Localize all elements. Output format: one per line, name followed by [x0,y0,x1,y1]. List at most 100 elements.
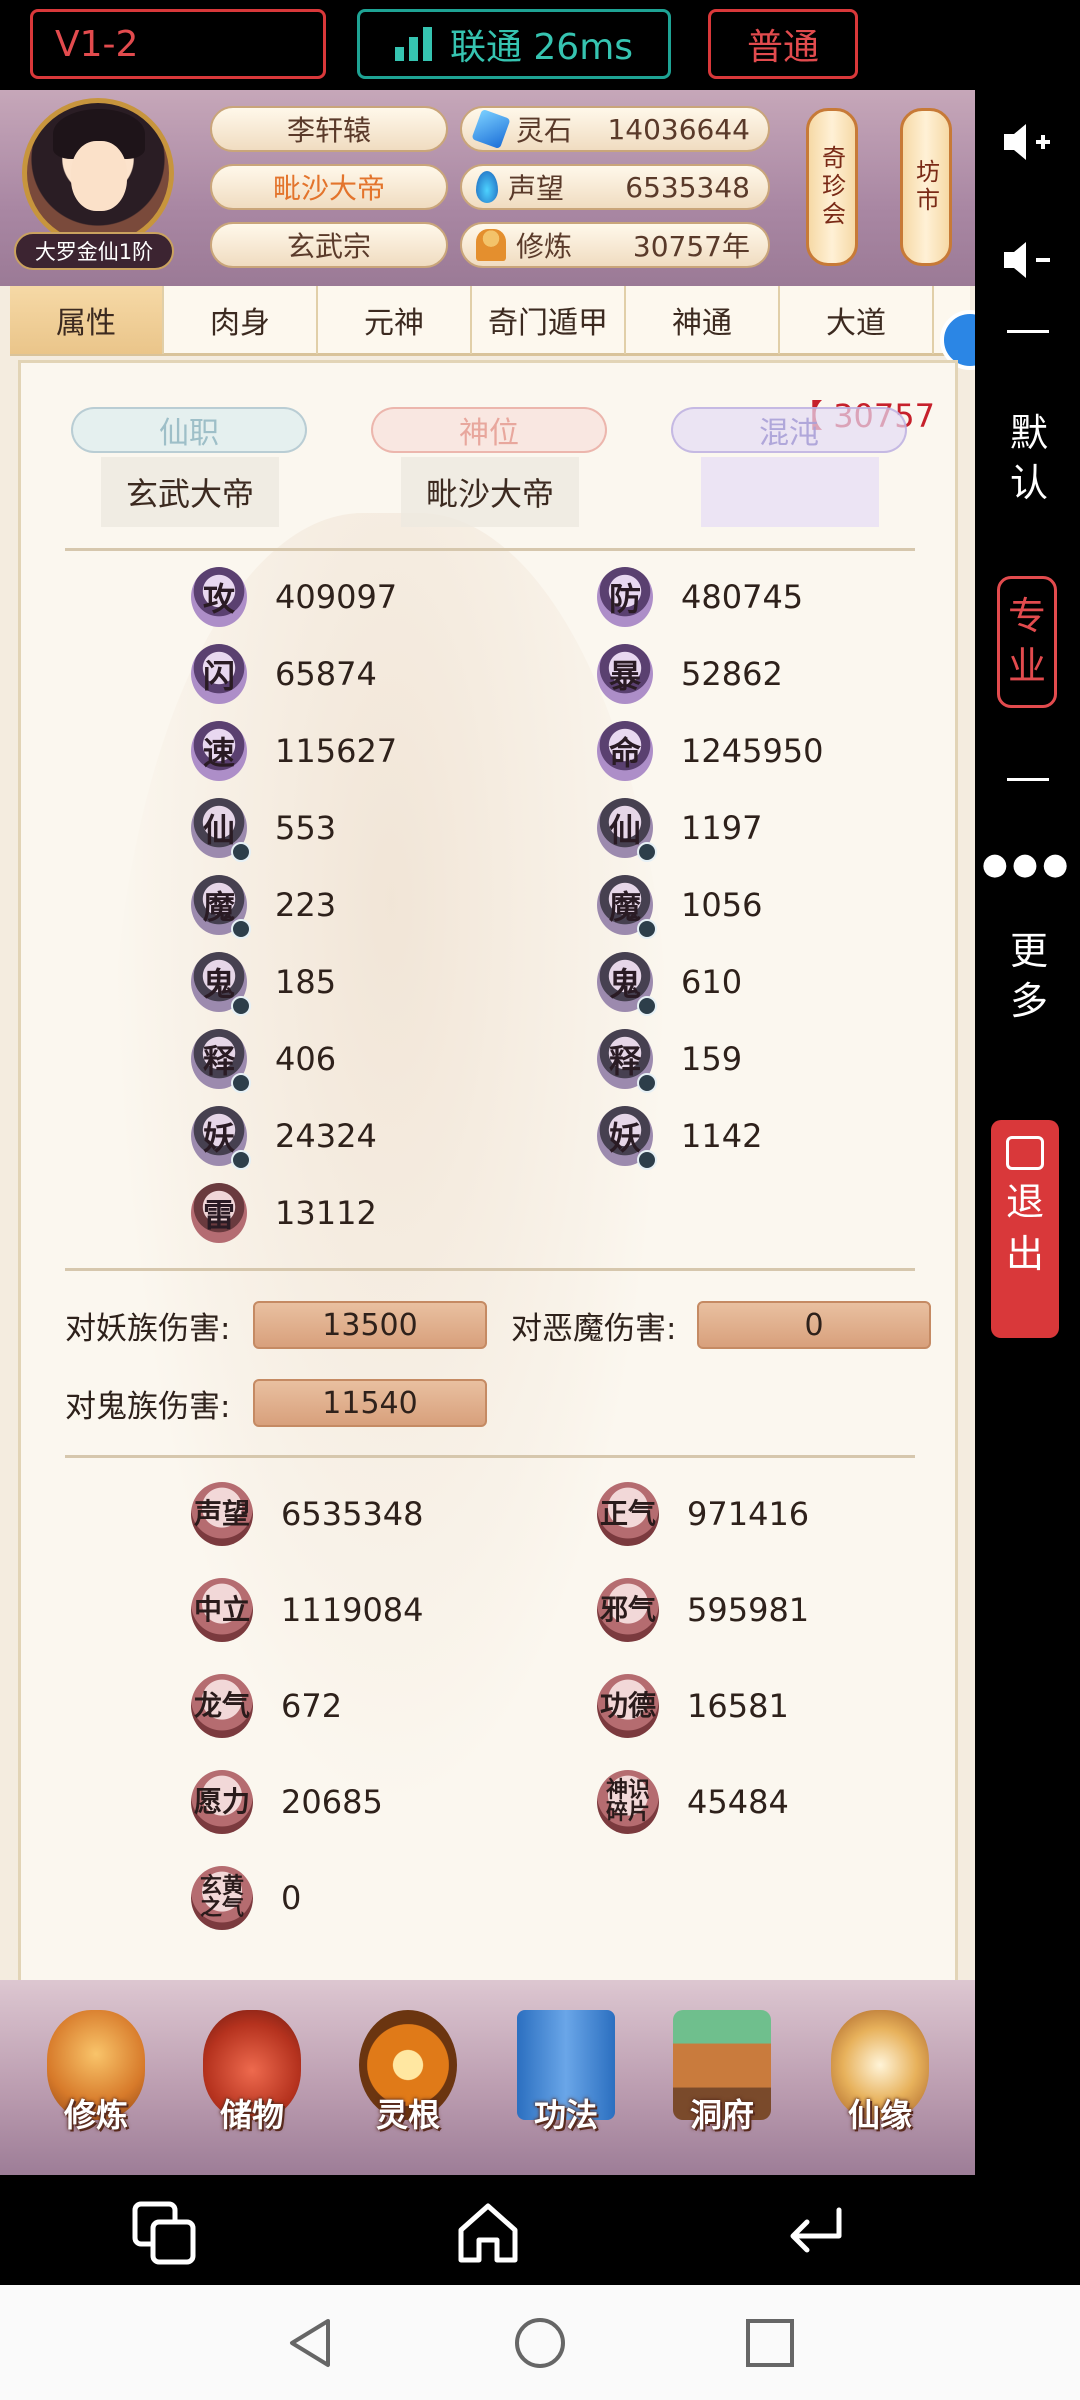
position-label-immortal-office: 仙职 [71,407,307,453]
stat-yao-attack: 妖 24324 [191,1105,377,1170]
menu-cave-residence[interactable]: 洞府 [666,2010,778,2160]
stat-demon-attack: 魔 223 [191,874,336,939]
network-label: 联通 26ms [449,27,634,68]
res-righteous: 正气 971416 [597,1481,809,1547]
menu-cultivate[interactable]: 修炼 [40,2010,152,2160]
damage-label-yao: 对妖族伤害: [65,1311,231,1347]
volume-up-icon[interactable] [997,112,1057,172]
attributes-panel: 【 30757 仙职 神位 混沌 玄武大帝 毗沙大帝 攻409097 闪6587… [18,360,958,2160]
merit-badge-icon: 功德 [597,1674,659,1738]
resource-cultivation: 修炼 30757年 [460,222,770,268]
resource-spirit-stone: 灵石 14036644 [460,106,770,152]
demon-attack-icon: 魔 [191,875,251,939]
thunder-icon: 雷 [191,1183,247,1243]
volume-down-icon[interactable] [997,230,1057,290]
stat-buddha-attack: 释 406 [191,1028,336,1093]
more-button[interactable]: 更多 [1005,926,1053,1030]
mode-button[interactable]: 普通 [708,9,858,79]
stat-immortal-attack: 仙 553 [191,797,336,862]
tab-bar: 属性 肉身 元神 奇门遁甲 神通 大道 [10,286,975,370]
back-arrow-icon[interactable] [780,2197,852,2269]
menu-fate[interactable]: 仙缘 [824,2010,936,2160]
market-lantern[interactable]: 坊市 [900,108,952,266]
immortal-attack-icon: 仙 [191,798,251,862]
stat-ghost-attack: 鬼 185 [191,951,336,1016]
position-label-chaos: 混沌 [671,407,907,453]
treasure-fair-lantern[interactable]: 奇珍会 [806,108,858,266]
divider [65,548,915,551]
stat-attack: 攻 409097 [191,566,397,628]
game-area: 大罗金仙1阶 李轩辕 毗沙大帝 玄武宗 灵石 14036644 声望 65353… [0,90,975,2175]
player-avatar[interactable] [22,98,174,248]
exit-button[interactable]: 退出 [991,1120,1059,1338]
default-mode-button[interactable]: 默认 [1005,408,1053,512]
critical-icon: 暴 [597,644,653,704]
multi-window-icon[interactable] [128,2197,200,2269]
stat-ghost-defense: 鬼 610 [597,951,742,1016]
res-xuanhuang-qi: 玄黄之气 0 [191,1865,301,1931]
more-dots-icon[interactable]: ●●● [982,834,1069,894]
menu-techniques[interactable]: 功法 [510,2010,622,2160]
position-value-divine-seat: 毗沙大帝 [401,457,579,527]
system-back-icon[interactable] [280,2313,340,2373]
ghost-defense-icon: 鬼 [597,952,657,1016]
fame-icon [476,171,498,203]
version-button[interactable]: V1-2 [30,9,326,79]
yao-attack-icon: 妖 [191,1106,251,1170]
player-name: 李轩辕 [210,106,448,152]
yao-defense-icon: 妖 [597,1106,657,1170]
system-recents-icon[interactable] [740,2313,800,2373]
menu-storage[interactable]: 储物 [196,2010,308,2160]
app-nav-bar [0,2175,1080,2285]
divider [65,1455,915,1458]
res-wish-power: 愿力 20685 [191,1769,383,1835]
stat-demon-defense: 魔 1056 [597,874,762,939]
home-icon[interactable] [452,2197,524,2269]
stat-speed: 速 115627 [191,720,397,782]
menu-spirit-root[interactable]: 灵根 [352,2010,464,2160]
damage-label-demon: 对恶魔伤害: [511,1311,677,1347]
pro-mode-button[interactable]: 专业 [997,576,1057,708]
stat-critical: 暴 52862 [597,643,783,705]
res-neutral: 中立 1119084 [191,1577,424,1643]
divider [1007,778,1049,781]
exit-icon [1006,1136,1044,1170]
tab-spirit[interactable]: 元神 [318,286,472,354]
bottom-menu: 修炼 储物 灵根 功法 洞府 仙缘 [0,1980,975,2175]
position-label-divine-seat: 神位 [371,407,607,453]
tab-divine-powers[interactable]: 神通 [626,286,780,354]
buddha-attack-icon: 释 [191,1029,251,1093]
damage-value-demon: 0 [697,1301,931,1349]
top-status-bar: V1-2 联通 26ms 普通 [0,0,1080,90]
wish-power-badge-icon: 愿力 [191,1770,253,1834]
tab-attributes[interactable]: 属性 [10,286,164,354]
fame-badge-icon: 声望 [191,1482,253,1546]
dodge-icon: 闪 [191,644,247,704]
network-status-button[interactable]: 联通 26ms [357,9,671,79]
system-nav-bar [0,2285,1080,2400]
soul-fragments-badge-icon: 神识碎片 [597,1770,659,1834]
realm-rank-badge: 大罗金仙1阶 [14,232,174,270]
divider [1007,330,1049,333]
tab-qimen[interactable]: 奇门遁甲 [472,286,626,354]
demon-defense-icon: 魔 [597,875,657,939]
buddha-defense-icon: 释 [597,1029,657,1093]
system-home-icon[interactable] [510,2313,570,2373]
cultivation-icon [476,229,506,261]
stat-defense: 防 480745 [597,566,803,628]
stat-dodge: 闪 65874 [191,643,377,705]
damage-label-ghost: 对鬼族伤害: [65,1389,231,1425]
signal-bars-icon [394,27,432,61]
immortal-defense-icon: 仙 [597,798,657,862]
tab-dao[interactable]: 大道 [780,286,934,354]
xuanhuang-qi-badge-icon: 玄黄之气 [191,1866,253,1930]
player-sect: 玄武宗 [210,222,448,268]
tab-body[interactable]: 肉身 [164,286,318,354]
res-soul-fragments: 神识碎片 45484 [597,1769,789,1835]
neutral-badge-icon: 中立 [191,1578,253,1642]
stat-yao-defense: 妖 1142 [597,1105,762,1170]
speed-icon: 速 [191,721,247,781]
position-value-immortal-office: 玄武大帝 [101,457,279,527]
stat-buddha-defense: 释 159 [597,1028,742,1093]
resource-fame: 声望 6535348 [460,164,770,210]
